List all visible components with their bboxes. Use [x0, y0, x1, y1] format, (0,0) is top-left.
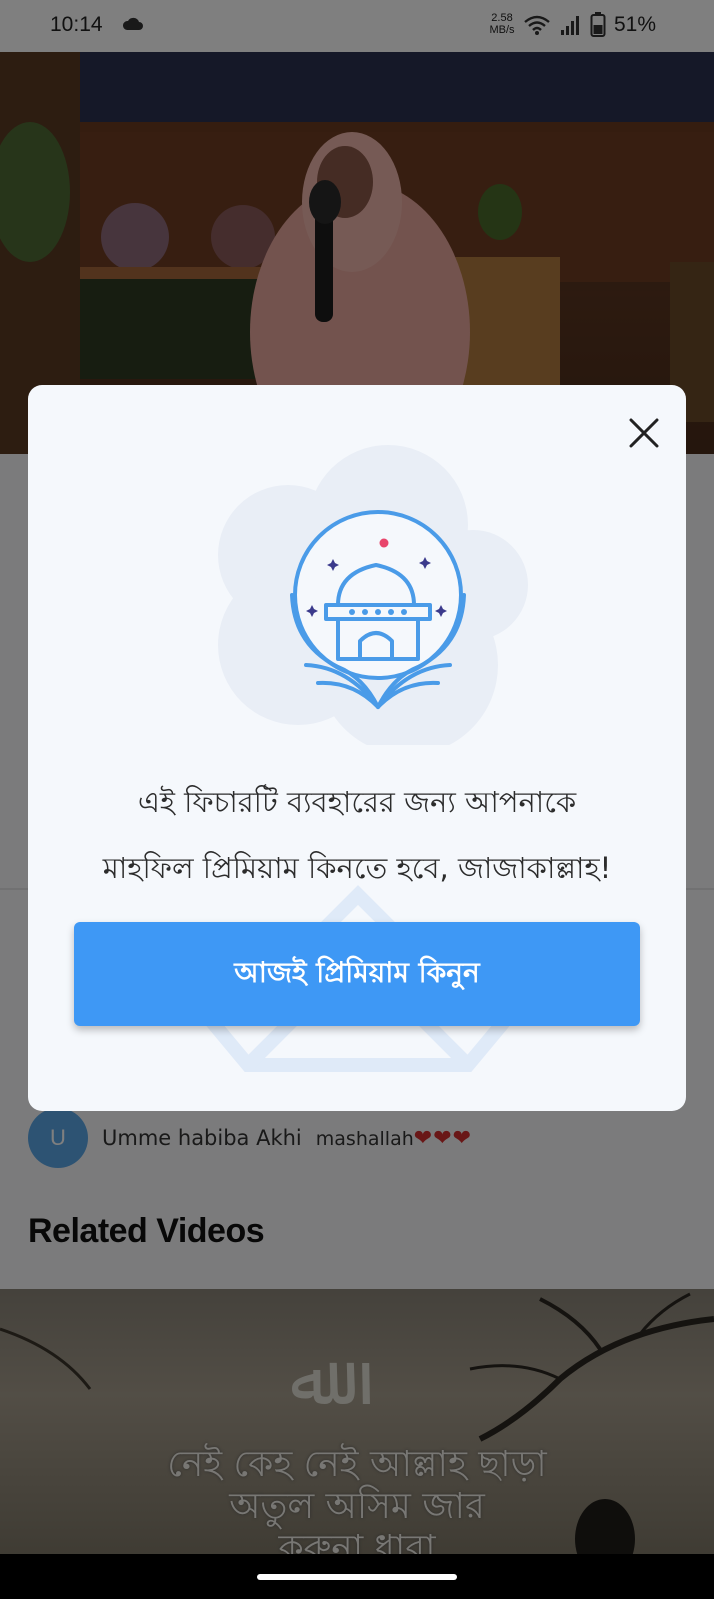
message-line-1: এই ফিচারটি ব্যবহারের জন্য আপনাকে: [137, 785, 577, 819]
mosque-crescent-icon: [218, 445, 528, 745]
close-icon: [629, 418, 659, 448]
premium-dialog: এই ফিচারটি ব্যবহারের জন্য আপনাকে মাহফিল …: [28, 385, 686, 1111]
home-gesture-pill[interactable]: [257, 1574, 457, 1580]
message-line-2: মাহফিল প্রিমিয়াম কিনতে হবে, জাজাকাল্লাহ…: [102, 851, 612, 885]
premium-required-message: এই ফিচারটি ব্যবহারের জন্য আপনাকে মাহফিল …: [28, 769, 686, 901]
system-nav-bar: [0, 1554, 714, 1599]
buy-premium-button[interactable]: আজই প্রিমিয়াম কিনুন: [74, 922, 640, 1026]
close-button[interactable]: [622, 411, 666, 455]
